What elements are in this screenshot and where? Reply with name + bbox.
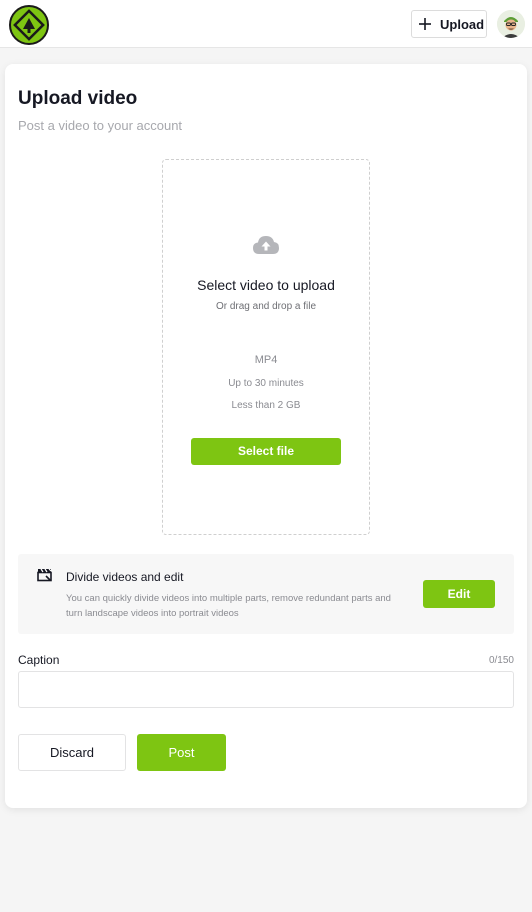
duration-requirement: Up to 30 minutes — [228, 378, 304, 389]
discard-button[interactable]: Discard — [18, 734, 126, 771]
top-navigation-bar: Upload — [0, 0, 532, 48]
dropzone-heading: Select video to upload — [197, 277, 335, 293]
caption-label: Caption — [18, 653, 60, 667]
divide-videos-panel: Divide videos and edit You can quickly d… — [18, 554, 514, 634]
cloud-upload-icon — [253, 236, 279, 254]
clapperboard-icon — [37, 568, 52, 582]
divide-description: You can quickly divide videos into multi… — [66, 593, 391, 619]
dropzone-subheading: Or drag and drop a file — [215, 301, 317, 312]
upload-button[interactable]: Upload — [411, 10, 487, 38]
format-requirement: MP4 — [254, 354, 278, 366]
divide-title: Divide videos and edit — [66, 570, 184, 584]
upload-card: Upload video Post a video to your accoun… — [5, 64, 527, 808]
edit-button[interactable]: Edit — [423, 580, 495, 608]
user-avatar[interactable] — [497, 10, 525, 38]
size-requirement: Less than 2 GB — [231, 400, 301, 411]
page-title: Upload video — [18, 88, 138, 109]
caption-input[interactable] — [18, 671, 514, 708]
upload-button-label: Upload — [440, 16, 485, 32]
plus-icon — [419, 18, 431, 30]
video-dropzone[interactable]: Select video to upload Or drag and drop … — [162, 159, 370, 535]
select-file-button[interactable]: Select file — [191, 438, 341, 465]
brand-logo-icon[interactable] — [9, 5, 49, 45]
page-subtitle: Post a video to your account — [18, 118, 183, 133]
caption-char-count: 0/150 — [488, 655, 514, 666]
post-button[interactable]: Post — [137, 734, 226, 771]
